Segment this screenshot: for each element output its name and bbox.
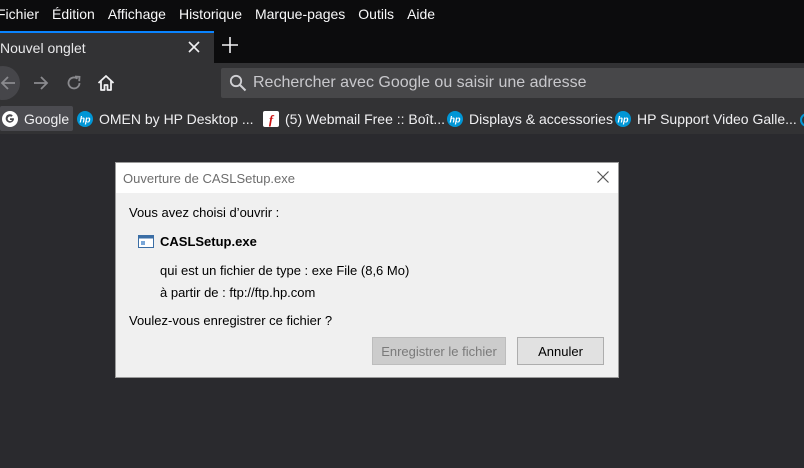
hp-icon: hp xyxy=(77,110,93,127)
bookmark-label: (5) Webmail Free :: Boît... xyxy=(285,110,446,127)
reload-icon[interactable] xyxy=(64,73,84,93)
svg-text:hp: hp xyxy=(618,114,629,124)
bookmarks-overflow-icon[interactable] xyxy=(800,113,804,127)
bookmark-label: Google xyxy=(24,110,70,127)
menu-affichage[interactable]: Affichage xyxy=(108,6,166,22)
new-tab-plus-icon[interactable] xyxy=(221,36,239,54)
menu-edition[interactable]: Édition xyxy=(52,6,95,22)
forward-arrow-icon[interactable] xyxy=(31,73,51,93)
search-icon xyxy=(229,74,247,92)
bookmark-label: Displays & accessories xyxy=(469,110,613,127)
executable-file-icon xyxy=(138,235,154,248)
menu-marque-pages[interactable]: Marque-pages xyxy=(255,6,345,22)
bookmark-webmail[interactable]: f (5) Webmail Free :: Boît... xyxy=(263,106,445,131)
dialog-intro: Vous avez choisi d’ouvrir : xyxy=(129,205,280,220)
save-file-button[interactable]: Enregistrer le fichier xyxy=(372,337,506,365)
menu-outils[interactable]: Outils xyxy=(358,6,394,22)
home-icon[interactable] xyxy=(96,73,116,93)
svg-text:hp: hp xyxy=(80,114,91,124)
navigation-toolbar xyxy=(0,63,804,103)
close-icon[interactable] xyxy=(596,170,610,184)
menu-bar: Fichier Édition Affichage Historique Mar… xyxy=(0,0,804,28)
flash-icon: f xyxy=(263,110,279,127)
hp-icon: hp xyxy=(447,110,463,127)
tab-strip: Nouvel onglet xyxy=(0,28,804,63)
menu-aide[interactable]: Aide xyxy=(407,6,435,22)
dialog-question: Voulez-vous enregistrer ce fichier ? xyxy=(129,313,333,328)
cancel-button[interactable]: Annuler xyxy=(517,337,604,365)
back-arrow-icon xyxy=(0,76,15,90)
svg-text:hp: hp xyxy=(450,114,461,124)
file-name: CASLSetup.exe xyxy=(160,234,257,249)
hp-icon: hp xyxy=(615,110,631,127)
bookmark-label: OMEN by HP Desktop ... xyxy=(99,110,254,127)
bookmarks-toolbar: Google hp OMEN by HP Desktop ... f (5) W… xyxy=(0,103,804,134)
google-icon xyxy=(2,110,18,127)
bookmark-omen[interactable]: hp OMEN by HP Desktop ... xyxy=(77,106,254,131)
bookmark-hp-support[interactable]: hp HP Support Video Galle... xyxy=(615,106,797,131)
dialog-titlebar: Ouverture de CASLSetup.exe xyxy=(116,163,618,193)
dialog-title: Ouverture de CASLSetup.exe xyxy=(123,171,295,186)
menu-historique[interactable]: Historique xyxy=(179,6,242,22)
file-source-line: à partir de : ftp://ftp.hp.com xyxy=(160,285,316,300)
bookmark-label: HP Support Video Galle... xyxy=(637,110,797,127)
close-tab-icon[interactable] xyxy=(186,39,202,55)
dialog-body: Vous avez choisi d’ouvrir : CASLSetup.ex… xyxy=(116,193,618,377)
tab-title: Nouvel onglet xyxy=(0,40,86,56)
menu-fichier[interactable]: Fichier xyxy=(0,6,39,22)
bookmark-displays[interactable]: hp Displays & accessories xyxy=(447,106,613,131)
bookmark-google[interactable]: Google xyxy=(0,106,74,131)
tab-nouvel-onglet[interactable]: Nouvel onglet xyxy=(0,31,214,63)
file-type-line: qui est un fichier de type : exe File (8… xyxy=(160,263,410,278)
url-search-input[interactable] xyxy=(253,74,804,92)
open-file-dialog: Ouverture de CASLSetup.exe Vous avez cho… xyxy=(115,162,619,378)
url-bar[interactable] xyxy=(221,68,804,98)
